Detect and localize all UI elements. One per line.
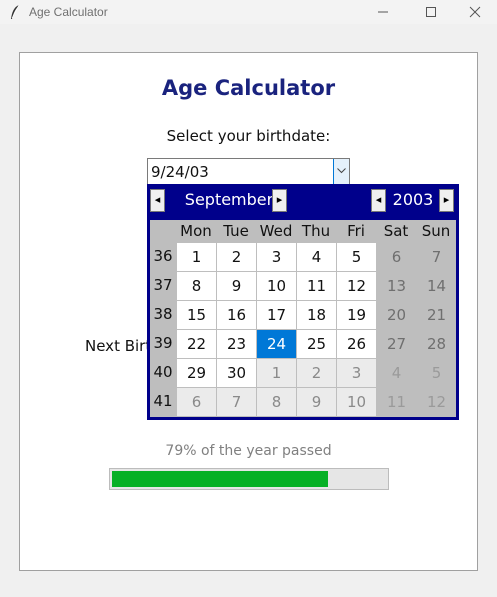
day-cell[interactable]: 4 — [297, 243, 336, 271]
day-cell[interactable]: 16 — [217, 301, 256, 329]
day-cell[interactable]: 17 — [257, 301, 296, 329]
day-cell[interactable]: 25 — [297, 330, 336, 358]
day-cell[interactable]: 6 — [377, 243, 416, 271]
week-number: 40 — [153, 363, 173, 381]
day-cell[interactable]: 2 — [217, 243, 256, 271]
weekday-header: Sat — [383, 222, 409, 240]
month-label: September — [184, 190, 274, 209]
calendar-grid: Mon Tue Wed Thu Fri Sat Sun 36 1 2 3 4 5 6 7 37 8 9 10 11 12… — [150, 220, 456, 417]
day-cell[interactable]: 20 — [377, 301, 416, 329]
day-cell[interactable]: 11 — [377, 388, 416, 416]
next-month-button[interactable]: ▸ — [272, 189, 287, 212]
week-number: 36 — [153, 247, 173, 265]
prev-year-icon: ◂ — [375, 193, 382, 206]
week-number: 37 — [153, 276, 173, 294]
day-cell[interactable]: 9 — [217, 272, 256, 300]
day-cell[interactable]: 4 — [377, 359, 416, 387]
window-title: Age Calculator — [29, 5, 108, 19]
year-progress-bar — [109, 468, 389, 490]
day-cell[interactable]: 8 — [257, 388, 296, 416]
next-year-icon: ▸ — [443, 193, 450, 206]
page-title: Age Calculator — [161, 76, 336, 100]
day-cell[interactable]: 2 — [297, 359, 336, 387]
next-year-button[interactable]: ▸ — [439, 189, 454, 212]
minimize-icon — [378, 11, 388, 13]
minimize-button[interactable] — [361, 0, 405, 24]
day-cell[interactable]: 26 — [337, 330, 376, 358]
weekday-header: Wed — [259, 222, 293, 240]
day-cell[interactable]: 14 — [417, 272, 456, 300]
day-cell[interactable]: 19 — [337, 301, 376, 329]
day-cell[interactable]: 15 — [177, 301, 216, 329]
birthdate-input[interactable] — [148, 159, 333, 184]
weekday-header: Sun — [421, 222, 451, 240]
feather-icon — [11, 4, 20, 19]
day-cell[interactable]: 7 — [217, 388, 256, 416]
day-cell[interactable]: 27 — [377, 330, 416, 358]
day-cell[interactable]: 12 — [337, 272, 376, 300]
chevron-down-icon — [337, 168, 346, 174]
day-cell[interactable]: 3 — [337, 359, 376, 387]
day-cell[interactable]: 5 — [337, 243, 376, 271]
day-cell[interactable]: 29 — [177, 359, 216, 387]
day-cell[interactable]: 1 — [257, 359, 296, 387]
day-cell[interactable]: 13 — [377, 272, 416, 300]
day-cell[interactable]: 28 — [417, 330, 456, 358]
day-cell[interactable]: 22 — [177, 330, 216, 358]
day-cell[interactable]: 30 — [217, 359, 256, 387]
birthdate-field[interactable] — [147, 158, 350, 185]
date-dropdown-button[interactable] — [333, 159, 349, 184]
week-number: 41 — [153, 392, 173, 410]
maximize-button[interactable] — [409, 0, 453, 24]
prev-month-button[interactable]: ◂ — [150, 189, 165, 212]
day-cell[interactable]: 11 — [297, 272, 336, 300]
selected-day-cell[interactable]: 24 — [257, 330, 296, 358]
day-cell[interactable]: 7 — [417, 243, 456, 271]
close-button[interactable] — [453, 0, 497, 24]
prev-month-icon: ◂ — [154, 193, 161, 206]
weekday-header: Fri — [347, 222, 365, 240]
calendar-header: ◂ September ▸ ◂ 2003 ▸ — [147, 184, 459, 217]
day-cell[interactable]: 5 — [417, 359, 456, 387]
day-cell[interactable]: 10 — [337, 388, 376, 416]
close-icon — [469, 6, 481, 18]
weekday-header: Mon — [180, 222, 212, 240]
day-cell[interactable]: 21 — [417, 301, 456, 329]
progress-label: 79% of the year passed — [165, 443, 332, 459]
week-number: 38 — [153, 305, 173, 323]
day-cell[interactable]: 23 — [217, 330, 256, 358]
birthdate-prompt: Select your birthdate: — [166, 127, 331, 145]
title-bar: Age Calculator — [0, 0, 497, 24]
year-label: 2003 — [392, 190, 434, 209]
prev-year-button[interactable]: ◂ — [371, 189, 386, 212]
day-cell[interactable]: 12 — [417, 388, 456, 416]
day-cell[interactable]: 8 — [177, 272, 216, 300]
day-cell[interactable]: 10 — [257, 272, 296, 300]
day-cell[interactable]: 1 — [177, 243, 216, 271]
weekday-header: Thu — [301, 222, 331, 240]
day-cell[interactable]: 18 — [297, 301, 336, 329]
progress-fill — [112, 471, 328, 487]
next-month-icon: ▸ — [276, 193, 283, 206]
day-cell[interactable]: 6 — [177, 388, 216, 416]
calendar-popup: ◂ September ▸ ◂ 2003 ▸ Mon Tue Wed Thu Fri Sa… — [147, 184, 459, 420]
weekday-header: Tue — [223, 222, 249, 240]
day-cell[interactable]: 3 — [257, 243, 296, 271]
maximize-icon — [426, 7, 436, 17]
day-cell[interactable]: 9 — [297, 388, 336, 416]
week-number: 39 — [153, 334, 173, 352]
